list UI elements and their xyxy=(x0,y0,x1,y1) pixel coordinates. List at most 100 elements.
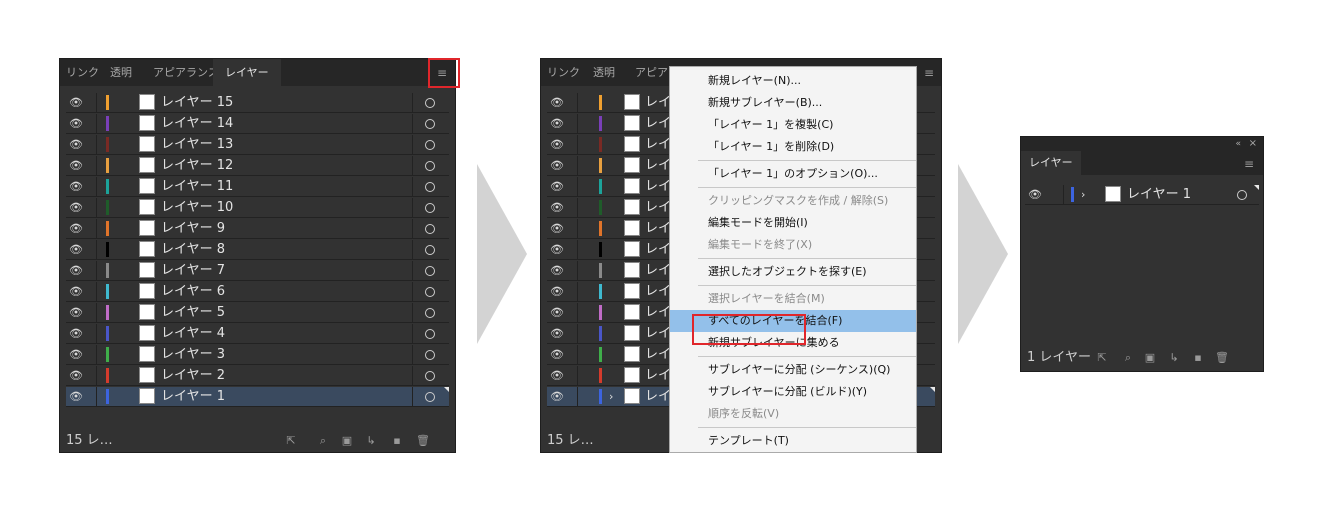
expand-arrow-icon[interactable]: › xyxy=(1081,185,1085,205)
menu-item[interactable]: 編集モードを開始(I) xyxy=(670,212,916,234)
menu-item[interactable]: テンプレート(T) xyxy=(670,430,916,452)
new-layer-icon[interactable]: ▪ xyxy=(390,434,404,448)
visibility-ring-icon[interactable] xyxy=(425,140,435,150)
visibility-ring-icon[interactable] xyxy=(425,287,435,297)
eye-icon[interactable]: 👁 xyxy=(550,96,564,110)
tab-layers[interactable]: レイヤー xyxy=(1021,151,1081,175)
layer-row[interactable]: 👁 レイヤー 7 xyxy=(66,261,449,281)
eye-icon[interactable]: 👁 xyxy=(550,264,564,278)
visibility-ring-icon[interactable] xyxy=(425,224,435,234)
layer-row[interactable]: 👁 レイヤー 15 xyxy=(66,93,449,113)
layer-row[interactable]: 👁 レイヤー 13 xyxy=(66,135,449,155)
eye-icon[interactable]: 👁 xyxy=(69,390,83,404)
panel-collapse-icon[interactable]: « xyxy=(1235,137,1241,151)
eye-icon[interactable]: 👁 xyxy=(550,180,564,194)
menu-item: クリッピングマスクを作成 / 解除(S) xyxy=(708,194,889,207)
trash-icon[interactable]: 🗑 xyxy=(416,434,430,448)
menu-item[interactable]: 新規レイヤー(N)... xyxy=(670,70,916,92)
collect-export-icon[interactable]: ⇱ xyxy=(1095,351,1109,365)
layer-row[interactable]: 👁 レイヤー 8 xyxy=(66,240,449,260)
tab-transparency[interactable]: 透明 xyxy=(110,59,132,86)
expand-arrow-icon[interactable]: › xyxy=(609,387,613,407)
layer-row[interactable]: 👁 レイヤー 1 xyxy=(66,387,449,407)
eye-icon[interactable]: 👁 xyxy=(69,327,83,341)
eye-icon[interactable]: 👁 xyxy=(550,117,564,131)
menu-item[interactable]: サブレイヤーに分配 (ビルド)(Y) xyxy=(670,381,916,403)
layer-row[interactable]: 👁 レイヤー 12 xyxy=(66,156,449,176)
eye-icon[interactable]: 👁 xyxy=(69,285,83,299)
layer-row[interactable]: 👁 レイヤー 9 xyxy=(66,219,449,239)
visibility-ring-icon[interactable] xyxy=(425,161,435,171)
eye-icon[interactable]: 👁 xyxy=(69,306,83,320)
layer-row[interactable]: 👁 レイヤー 14 xyxy=(66,114,449,134)
tab-links[interactable]: リンク xyxy=(66,59,99,86)
panel-close-icon[interactable]: × xyxy=(1249,137,1257,151)
eye-icon[interactable]: 👁 xyxy=(69,180,83,194)
eye-icon[interactable]: 👁 xyxy=(69,96,83,110)
eye-icon[interactable]: 👁 xyxy=(69,264,83,278)
visibility-ring-icon[interactable] xyxy=(425,308,435,318)
panel-menu-icon[interactable]: ≡ xyxy=(921,66,937,80)
eye-icon[interactable]: 👁 xyxy=(550,369,564,383)
menu-item[interactable]: 「レイヤー 1」を削除(D) xyxy=(670,136,916,158)
eye-icon[interactable]: 👁 xyxy=(550,327,564,341)
clipping-mask-icon[interactable]: ▣ xyxy=(1143,351,1157,365)
locate-object-icon[interactable]: ⌕ xyxy=(316,434,330,448)
visibility-ring-icon[interactable] xyxy=(425,350,435,360)
clipping-mask-icon[interactable]: ▣ xyxy=(340,434,354,448)
eye-icon[interactable]: 👁 xyxy=(69,243,83,257)
menu-item[interactable]: 「レイヤー 1」を複製(C) xyxy=(670,114,916,136)
eye-icon[interactable]: 👁 xyxy=(550,201,564,215)
eye-icon[interactable]: 👁 xyxy=(69,159,83,173)
eye-icon[interactable]: 👁 xyxy=(550,348,564,362)
eye-icon[interactable]: 👁 xyxy=(69,138,83,152)
menu-item[interactable]: 新規サブレイヤー(B)... xyxy=(670,92,916,114)
menu-item[interactable]: 「レイヤー 1」のオプション(O)... xyxy=(670,163,916,185)
layer-thumbnail xyxy=(139,325,155,341)
menu-item[interactable]: 選択したオブジェクトを探す(E) xyxy=(670,261,916,283)
eye-icon[interactable]: 👁 xyxy=(69,348,83,362)
tab-appearance[interactable]: アピアランス xyxy=(153,59,219,86)
tab-links[interactable]: リンク xyxy=(547,59,580,86)
visibility-ring-icon[interactable] xyxy=(1237,190,1247,200)
new-layer-icon[interactable]: ▪ xyxy=(1191,351,1205,365)
visibility-ring-icon[interactable] xyxy=(425,266,435,276)
visibility-ring-icon[interactable] xyxy=(425,98,435,108)
visibility-ring-icon[interactable] xyxy=(425,329,435,339)
layer-row[interactable]: 👁 レイヤー 3 xyxy=(66,345,449,365)
layer-row[interactable]: 👁 › レイヤー 1 xyxy=(1025,185,1259,205)
eye-icon[interactable]: 👁 xyxy=(69,201,83,215)
tab-transparency[interactable]: 透明 xyxy=(593,59,615,86)
eye-icon[interactable]: 👁 xyxy=(69,369,83,383)
visibility-ring-icon[interactable] xyxy=(425,392,435,402)
visibility-ring-icon[interactable] xyxy=(425,203,435,213)
visibility-ring-icon[interactable] xyxy=(425,119,435,129)
layer-row[interactable]: 👁 レイヤー 6 xyxy=(66,282,449,302)
visibility-ring-icon[interactable] xyxy=(425,182,435,192)
layer-row[interactable]: 👁 レイヤー 2 xyxy=(66,366,449,386)
eye-icon[interactable]: 👁 xyxy=(550,138,564,152)
layer-row[interactable]: 👁 レイヤー 10 xyxy=(66,198,449,218)
visibility-ring-icon[interactable] xyxy=(425,371,435,381)
eye-icon[interactable]: 👁 xyxy=(550,222,564,236)
visibility-ring-icon[interactable] xyxy=(425,245,435,255)
locate-object-icon[interactable]: ⌕ xyxy=(1121,351,1135,365)
panel-menu-icon[interactable]: ≡ xyxy=(1241,157,1257,171)
layer-row[interactable]: 👁 レイヤー 4 xyxy=(66,324,449,344)
new-sublayer-icon[interactable]: ↳ xyxy=(1167,351,1181,365)
collect-export-icon[interactable]: ⇱ xyxy=(284,434,298,448)
tab-layers[interactable]: レイヤー xyxy=(213,59,281,86)
layer-row[interactable]: 👁 レイヤー 5 xyxy=(66,303,449,323)
new-sublayer-icon[interactable]: ↳ xyxy=(364,434,378,448)
layer-row[interactable]: 👁 レイヤー 11 xyxy=(66,177,449,197)
eye-icon[interactable]: 👁 xyxy=(69,222,83,236)
eye-icon[interactable]: 👁 xyxy=(550,285,564,299)
eye-icon[interactable]: 👁 xyxy=(550,243,564,257)
eye-icon[interactable]: 👁 xyxy=(69,117,83,131)
menu-item[interactable]: サブレイヤーに分配 (シーケンス)(Q) xyxy=(670,359,916,381)
eye-icon[interactable]: 👁 xyxy=(550,159,564,173)
eye-icon[interactable]: 👁 xyxy=(1028,188,1042,202)
trash-icon[interactable]: 🗑 xyxy=(1215,351,1229,365)
eye-icon[interactable]: 👁 xyxy=(550,390,564,404)
eye-icon[interactable]: 👁 xyxy=(550,306,564,320)
